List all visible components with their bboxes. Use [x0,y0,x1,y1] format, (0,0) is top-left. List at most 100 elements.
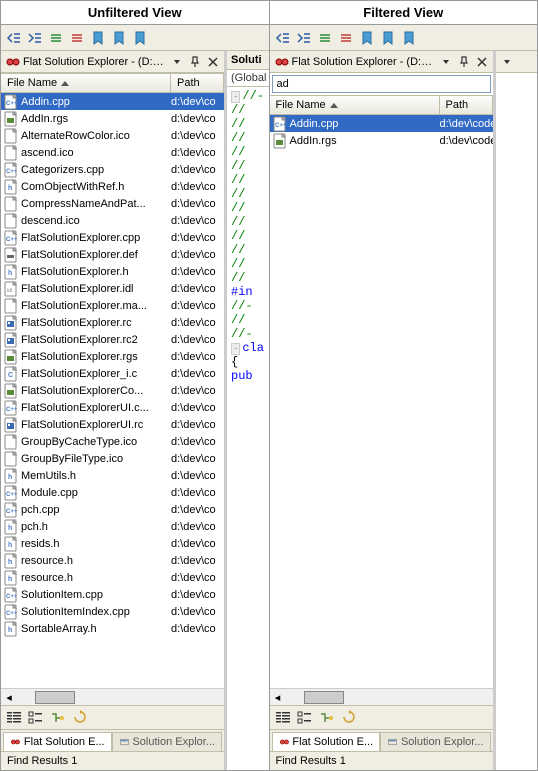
panel-dropdown-icon[interactable] [500,55,514,69]
file-row[interactable]: FlatSolutionExplorerUI.rcd:\dev\co [1,416,224,433]
indent-button[interactable] [295,29,313,47]
svg-text:h: h [8,185,12,192]
bookmark-button[interactable] [110,29,128,47]
comment-button[interactable] [316,29,334,47]
file-row[interactable]: AddIn.rgsd:\dev\co [1,110,224,127]
file-row[interactable]: AddIn.rgsd:\dev\codep [270,132,493,149]
file-icon [3,349,19,365]
file-icon: C++ [3,604,19,620]
file-row[interactable]: FlatSolutionExplorer.ma...d:\dev\co [1,297,224,314]
bookmark-button[interactable] [131,29,149,47]
file-row[interactable]: C++pch.cppd:\dev\co [1,501,224,518]
h-scrollbar[interactable]: ◂ [1,688,224,705]
bottom-tabs: Flat Solution E...Solution Explor... [1,729,224,751]
outdent-button[interactable] [274,29,292,47]
tab-solution-explorer[interactable]: Solution Explor... [380,732,490,751]
file-list[interactable]: C++Addin.cppd:\dev\coAddIn.rgsd:\dev\coA… [1,93,224,688]
panel-close-icon[interactable] [206,55,220,69]
svg-text:h: h [8,627,12,634]
file-row[interactable]: FlatSolutionExplorer.rc2d:\dev\co [1,331,224,348]
col-filename[interactable]: File Name [1,74,171,92]
refresh-view-button[interactable] [71,709,89,727]
format-toolbar [270,25,538,51]
uncomment-button[interactable] [68,29,86,47]
indent-button[interactable] [26,29,44,47]
file-name: Addin.cpp [21,96,70,108]
file-row[interactable]: hFlatSolutionExplorer.hd:\dev\co [1,263,224,280]
scope-selector[interactable]: (Global S [227,70,269,87]
svg-text:C++: C++ [6,492,18,498]
tab-solution-explorer[interactable]: Solution Explor... [112,732,222,751]
file-row[interactable]: FlatSolutionExplorerCo...d:\dev\co [1,382,224,399]
code-editor[interactable]: -//-//////////////////////////#in//-////… [227,87,269,770]
file-path: d:\dev\co [171,249,224,261]
file-path: d:\dev\co [171,283,224,295]
file-row[interactable]: ascend.icod:\dev\co [1,144,224,161]
file-row[interactable]: hresource.hd:\dev\co [1,552,224,569]
file-row[interactable]: C++FlatSolutionExplorerUI.c...d:\dev\co [1,399,224,416]
panel-close-icon[interactable] [475,55,489,69]
panel-pin-icon[interactable] [457,55,471,69]
code-editor[interactable] [496,73,538,770]
file-row[interactable]: AlternateRowColor.icod:\dev\co [1,127,224,144]
file-row[interactable]: FlatSolutionExplorer.rgsd:\dev\co [1,348,224,365]
filter-input[interactable] [272,75,491,93]
find-results-bar[interactable]: Find Results 1 [1,751,224,770]
find-results-bar[interactable]: Find Results 1 [270,751,493,770]
file-row[interactable]: hSortableArray.hd:\dev\co [1,620,224,637]
panel-title-text: Flat Solution Explorer - (D:\de... [23,56,166,68]
file-name: FlatSolutionExplorer.rc [21,317,132,329]
file-row[interactable]: GroupByCacheType.icod:\dev\co [1,433,224,450]
file-name: pch.cpp [21,504,60,516]
file-icon: C++ [3,162,19,178]
outdent-button[interactable] [5,29,23,47]
tab-flat-explorer[interactable]: Flat Solution E... [272,732,381,751]
col-path[interactable]: Path [440,96,493,114]
h-scrollbar[interactable]: ◂ [270,688,493,705]
bookmark-button[interactable] [89,29,107,47]
tab-flat-explorer[interactable]: Flat Solution E... [3,732,112,751]
file-row[interactable]: hresids.hd:\dev\co [1,535,224,552]
file-list[interactable]: C++Addin.cppd:\dev\codepAddIn.rgsd:\dev\… [270,115,493,688]
file-row[interactable]: hresource.hd:\dev\co [1,569,224,586]
bookmark-button[interactable] [379,29,397,47]
bookmark-button[interactable] [400,29,418,47]
cat-view-button[interactable] [318,709,336,727]
refresh-view-button[interactable] [340,709,358,727]
col-filename[interactable]: File Name [270,96,440,114]
group-view-button[interactable] [27,709,45,727]
panel-dropdown-icon[interactable] [170,55,184,69]
file-row[interactable]: FlatSolutionExplorer.rcd:\dev\co [1,314,224,331]
file-row[interactable]: C++Addin.cppd:\dev\co [1,93,224,110]
file-row[interactable]: C++SolutionItem.cppd:\dev\co [1,586,224,603]
file-row[interactable]: C++Module.cppd:\dev\co [1,484,224,501]
file-row[interactable]: C++Categorizers.cppd:\dev\co [1,161,224,178]
file-name: SolutionItemIndex.cpp [21,606,130,618]
file-row[interactable]: FlatSolutionExplorer.defd:\dev\co [1,246,224,263]
file-icon: h [3,264,19,280]
file-row[interactable]: hComObjectWithRef.hd:\dev\co [1,178,224,195]
file-row[interactable]: C++Addin.cppd:\dev\codep [270,115,493,132]
file-row[interactable]: CompressNameAndPat...d:\dev\co [1,195,224,212]
comment-button[interactable] [47,29,65,47]
flat-view-button[interactable] [274,709,292,727]
panel-dropdown-icon[interactable] [439,55,453,69]
uncomment-button[interactable] [337,29,355,47]
file-row[interactable]: C++SolutionItemIndex.cppd:\dev\co [1,603,224,620]
file-row[interactable]: CFlatSolutionExplorer_i.cd:\dev\co [1,365,224,382]
file-row[interactable]: C++FlatSolutionExplorer.cppd:\dev\co [1,229,224,246]
cat-view-button[interactable] [49,709,67,727]
code-tab[interactable]: Soluti [227,51,269,70]
file-row[interactable]: hMemUtils.hd:\dev\co [1,467,224,484]
file-row[interactable]: descend.icod:\dev\co [1,212,224,229]
file-row[interactable]: hpch.hd:\dev\co [1,518,224,535]
file-row[interactable]: GroupByFileType.icod:\dev\co [1,450,224,467]
file-icon [3,332,19,348]
file-row[interactable]: idlFlatSolutionExplorer.idld:\dev\co [1,280,224,297]
flat-view-button[interactable] [5,709,23,727]
col-path[interactable]: Path [171,74,224,92]
panel-pin-icon[interactable] [188,55,202,69]
file-name: FlatSolutionExplorer.rc2 [21,334,138,346]
group-view-button[interactable] [296,709,314,727]
bookmark-button[interactable] [358,29,376,47]
